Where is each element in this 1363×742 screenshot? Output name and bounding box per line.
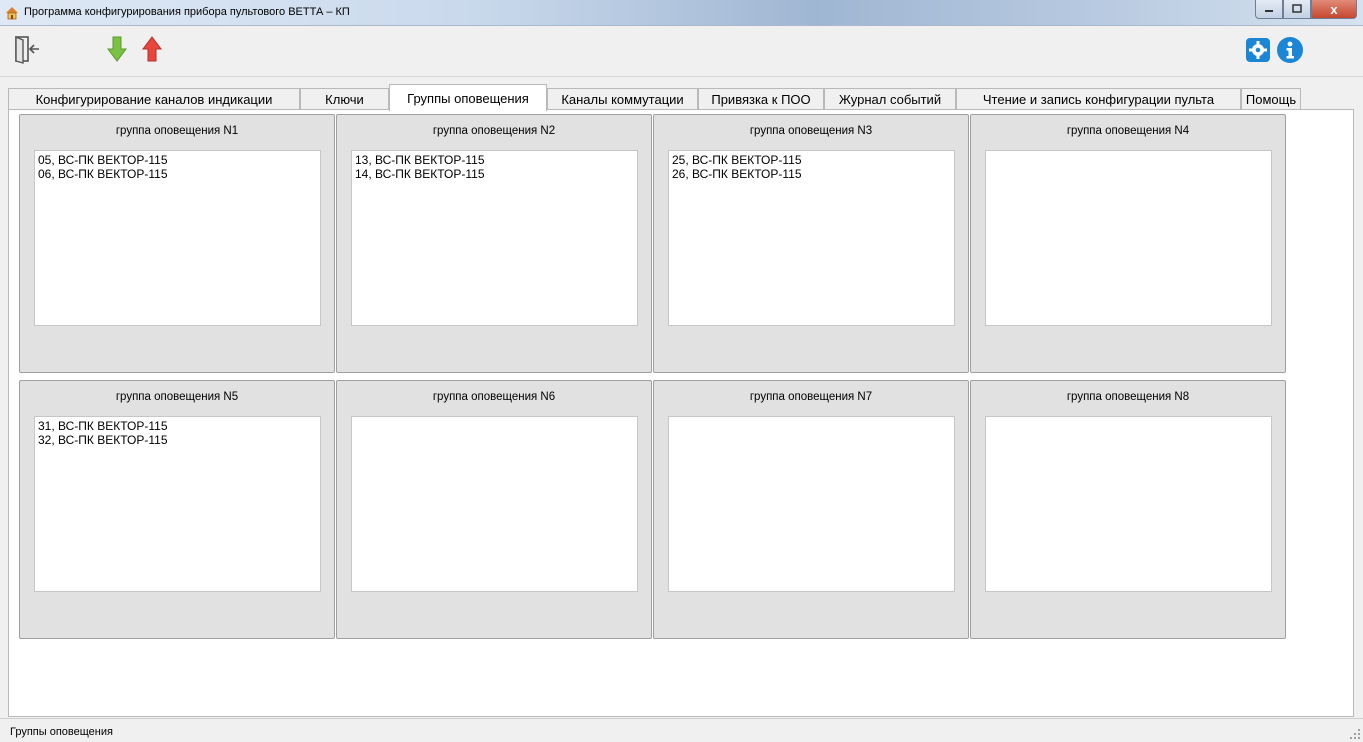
- group-title: группа оповещения N1: [115, 125, 239, 137]
- notification-group-4: группа оповещения N4: [970, 114, 1286, 373]
- status-bar: Группы оповещения: [0, 718, 1363, 742]
- write-up-arrow-icon[interactable]: [141, 35, 163, 63]
- group-device-list[interactable]: [351, 416, 638, 592]
- group-title: группа оповещения N3: [749, 125, 873, 137]
- notification-group-1: группа оповещения N1 05, ВС-ПК ВЕКТОР-11…: [19, 114, 335, 373]
- group-title: группа оповещения N5: [115, 391, 239, 403]
- notification-group-6: группа оповещения N6: [336, 380, 652, 639]
- gear-icon[interactable]: [1245, 37, 1271, 63]
- window-controls: x: [1255, 0, 1357, 20]
- maximize-button[interactable]: [1283, 0, 1311, 19]
- close-button[interactable]: x: [1311, 0, 1357, 19]
- tab-indication-channels[interactable]: Конфигурирование каналов индикации: [8, 88, 300, 110]
- app-home-icon: [6, 7, 18, 20]
- group-title: группа оповещения N8: [1066, 391, 1190, 403]
- list-item[interactable]: 14, ВС-ПК ВЕКТОР-115: [355, 167, 634, 181]
- notification-group-5: группа оповещения N5 31, ВС-ПК ВЕКТОР-11…: [19, 380, 335, 639]
- group-title: группа оповещения N2: [432, 125, 556, 137]
- group-device-list[interactable]: 25, ВС-ПК ВЕКТОР-115 26, ВС-ПК ВЕКТОР-11…: [668, 150, 955, 326]
- list-item[interactable]: 31, ВС-ПК ВЕКТОР-115: [38, 419, 317, 433]
- tab-label: Привязка к ПОО: [711, 92, 811, 107]
- list-item[interactable]: 32, ВС-ПК ВЕКТОР-115: [38, 433, 317, 447]
- exit-door-icon[interactable]: [12, 34, 42, 64]
- tab-notification-groups[interactable]: Группы оповещения: [389, 84, 547, 111]
- tab-keys[interactable]: Ключи: [300, 88, 389, 110]
- info-icon[interactable]: [1276, 36, 1304, 64]
- tab-help[interactable]: Помощь: [1241, 88, 1301, 110]
- group-title: группа оповещения N4: [1066, 125, 1190, 137]
- notification-group-8: группа оповещения N8: [970, 380, 1286, 639]
- tab-label: Каналы коммутации: [561, 92, 684, 107]
- group-device-list[interactable]: [668, 416, 955, 592]
- read-down-arrow-icon[interactable]: [106, 35, 128, 63]
- list-item[interactable]: 25, ВС-ПК ВЕКТОР-115: [672, 153, 951, 167]
- notification-group-7: группа оповещения N7: [653, 380, 969, 639]
- list-item[interactable]: 05, ВС-ПК ВЕКТОР-115: [38, 153, 317, 167]
- toolbar: [0, 27, 1363, 77]
- minimize-button[interactable]: [1255, 0, 1283, 19]
- minimize-icon: [1265, 10, 1273, 12]
- title-bar: Программа конфигурирования прибора пульт…: [0, 0, 1363, 26]
- close-icon: x: [1330, 1, 1338, 17]
- tab-switching-channels[interactable]: Каналы коммутации: [547, 88, 698, 110]
- group-device-list[interactable]: 31, ВС-ПК ВЕКТОР-115 32, ВС-ПК ВЕКТОР-11…: [34, 416, 321, 592]
- group-device-list[interactable]: 13, ВС-ПК ВЕКТОР-115 14, ВС-ПК ВЕКТОР-11…: [351, 150, 638, 326]
- tab-label: Ключи: [325, 92, 364, 107]
- tab-panel-notification-groups: группа оповещения N1 05, ВС-ПК ВЕКТОР-11…: [8, 109, 1354, 717]
- notification-group-3: группа оповещения N3 25, ВС-ПК ВЕКТОР-11…: [653, 114, 969, 373]
- group-title: группа оповещения N7: [749, 391, 873, 403]
- list-item[interactable]: 06, ВС-ПК ВЕКТОР-115: [38, 167, 317, 181]
- group-device-list[interactable]: [985, 416, 1272, 592]
- resize-grip-icon[interactable]: [1350, 729, 1360, 739]
- group-device-list[interactable]: [985, 150, 1272, 326]
- notification-group-2: группа оповещения N2 13, ВС-ПК ВЕКТОР-11…: [336, 114, 652, 373]
- tab-poo-binding[interactable]: Привязка к ПОО: [698, 88, 824, 110]
- window-title: Программа конфигурирования прибора пульт…: [24, 6, 350, 18]
- tab-label: Группы оповещения: [407, 90, 529, 106]
- status-text: Группы оповещения: [10, 726, 113, 738]
- tab-label: Помощь: [1245, 92, 1297, 107]
- maximize-icon: [1292, 4, 1302, 13]
- list-item[interactable]: 26, ВС-ПК ВЕКТОР-115: [672, 167, 951, 181]
- tab-strip: Конфигурирование каналов индикации Ключи…: [8, 84, 1354, 111]
- group-title: группа оповещения N6: [432, 391, 556, 403]
- group-device-list[interactable]: 05, ВС-ПК ВЕКТОР-115 06, ВС-ПК ВЕКТОР-11…: [34, 150, 321, 326]
- tab-label: Журнал событий: [838, 92, 942, 107]
- list-item[interactable]: 13, ВС-ПК ВЕКТОР-115: [355, 153, 634, 167]
- tab-label: Конфигурирование каналов индикации: [35, 92, 273, 107]
- tab-label: Чтение и запись конфигурации пульта: [982, 92, 1215, 107]
- tab-config-read-write[interactable]: Чтение и запись конфигурации пульта: [956, 88, 1241, 110]
- tab-event-log[interactable]: Журнал событий: [824, 88, 956, 110]
